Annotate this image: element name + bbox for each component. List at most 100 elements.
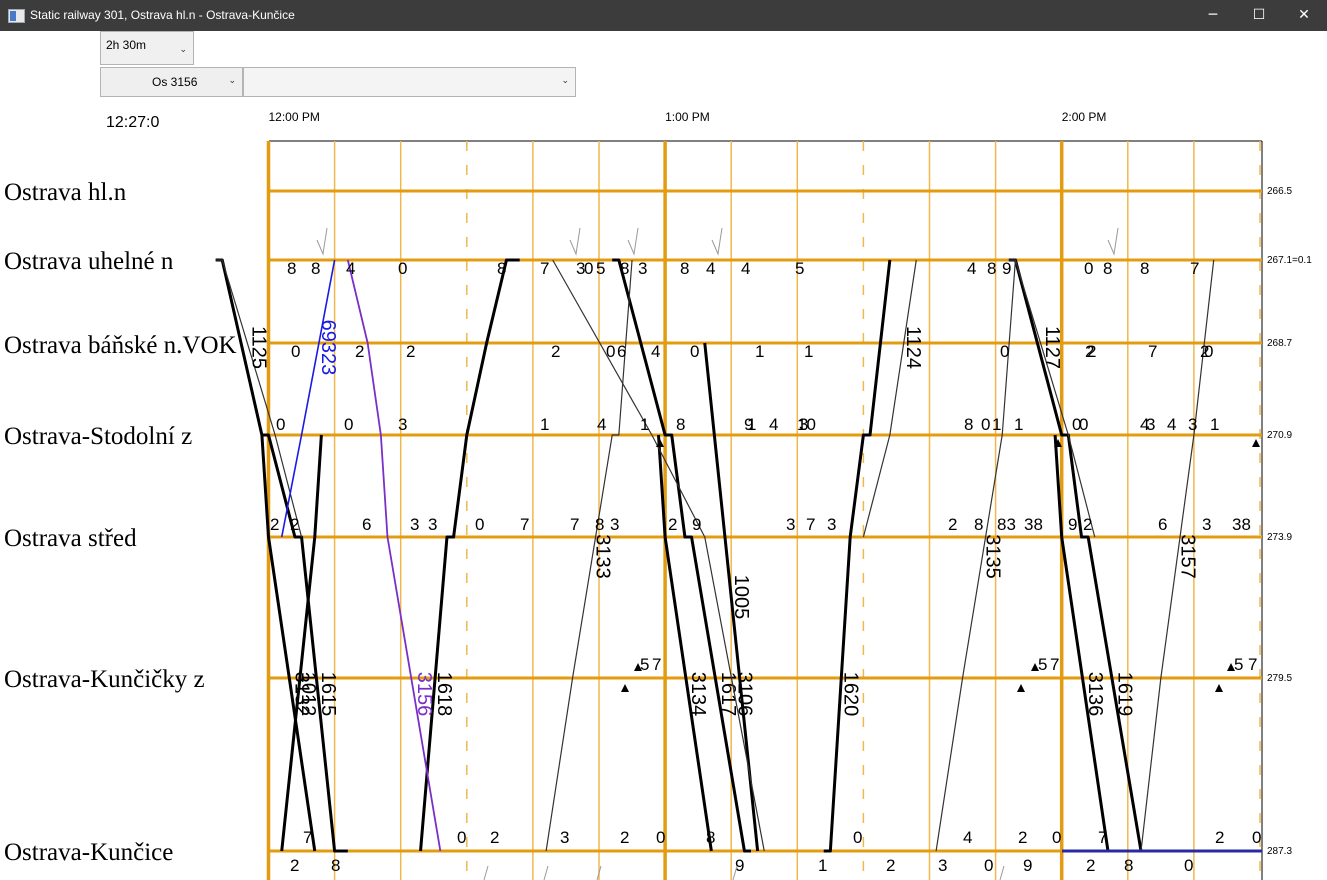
train-path-1620: [823, 259, 892, 853]
minute-mark: 3: [1202, 515, 1211, 534]
minute-mark: 8: [1103, 259, 1112, 278]
train-path-1618: [419, 258, 520, 852]
train-path-1124: [862, 259, 917, 538]
minute-mark: 3: [610, 515, 619, 534]
minute-mark: 4: [963, 828, 972, 847]
minute-mark: 9: [1068, 515, 1077, 534]
train-number-label: 3132: [291, 672, 313, 717]
minute-mark: 3: [1188, 415, 1197, 434]
minute-mark: 4: [597, 415, 606, 434]
station-km-label: 273.9: [1267, 532, 1292, 543]
minute-mark: 9: [692, 515, 701, 534]
train-number-label: 1618: [433, 672, 455, 717]
minute-mark: 7: [540, 259, 549, 278]
minute-mark: 5: [795, 259, 804, 278]
minute-mark: 3: [1146, 415, 1155, 434]
station-label: Ostrava uhelné n: [4, 248, 174, 275]
station-label: Ostrava střed: [4, 525, 137, 552]
minute-mark: 2: [355, 342, 364, 361]
minute-mark: 3: [938, 856, 947, 875]
minute-mark: 7: [1050, 655, 1059, 674]
minute-mark: 0: [584, 259, 593, 278]
minute-mark: 0: [984, 856, 993, 875]
minute-mark: 8: [497, 259, 506, 278]
minute-mark: 3: [428, 515, 437, 534]
minute-mark: 38: [1232, 515, 1251, 534]
minute-mark: 0: [853, 828, 862, 847]
minute-mark: 4: [651, 342, 660, 361]
minute-mark: 0: [457, 828, 466, 847]
minute-mark: 1: [1014, 415, 1023, 434]
minute-mark: 8: [974, 515, 983, 534]
train-path-1012: [280, 434, 323, 852]
station-km-label: 268.7: [1267, 338, 1292, 349]
minute-mark: 8: [706, 828, 715, 847]
station-km-label: 287.3: [1267, 846, 1292, 857]
train-number-label: 1125: [248, 326, 270, 369]
minute-mark: 2: [290, 856, 299, 875]
minute-mark: 0: [981, 415, 990, 434]
minute-mark: 0: [1079, 415, 1088, 434]
train-number-label: 3157: [1176, 534, 1198, 579]
arrow-icon: [316, 227, 328, 256]
station-km-label: 270.9: [1267, 430, 1292, 441]
minute-mark: 3: [638, 259, 647, 278]
arrow-icon: [569, 227, 581, 256]
station-km-label: 267.1=0.1: [1267, 255, 1312, 266]
minute-mark: 5: [640, 655, 649, 674]
minute-mark: 0: [398, 259, 407, 278]
minute-mark: 5: [596, 259, 605, 278]
minute-mark: 2: [1018, 828, 1027, 847]
minute-mark: 8: [1124, 856, 1133, 875]
minute-mark: 6: [362, 515, 371, 534]
minute-mark: 9: [1023, 856, 1032, 875]
arrow-icon: [627, 227, 639, 256]
stop-marker-icon: [1252, 439, 1260, 447]
minute-mark: 7: [520, 515, 529, 534]
minute-mark: 8: [331, 856, 340, 875]
minute-mark: 0: [344, 415, 353, 434]
minute-mark: 0: [690, 342, 699, 361]
minute-mark: 2: [668, 515, 677, 534]
minute-mark: 2: [406, 342, 415, 361]
minute-mark: 7: [570, 515, 579, 534]
minute-mark: 7: [806, 515, 815, 534]
minute-mark: 6: [617, 342, 626, 361]
arrow-icon: [483, 865, 489, 880]
minute-mark: 0: [1000, 342, 1009, 361]
train-number-label: 3156: [413, 672, 435, 717]
minute-mark: 0: [1084, 259, 1093, 278]
train-path-1617: [612, 258, 752, 853]
minute-mark: 83: [997, 515, 1016, 534]
minute-mark: 0: [606, 342, 615, 361]
minute-mark: 3: [786, 515, 795, 534]
minute-mark: 8: [1140, 259, 1149, 278]
minute-mark: 1: [804, 342, 813, 361]
station-label: Ostrava-Kunčice: [4, 839, 173, 866]
minute-mark: 9: [735, 856, 744, 875]
minute-mark: 2: [948, 515, 957, 534]
minute-mark: 3: [560, 828, 569, 847]
minute-mark: 8: [620, 259, 629, 278]
stop-marker-icon: [656, 439, 664, 447]
minute-mark: 1: [755, 342, 764, 361]
station-km-label: 279.5: [1267, 673, 1292, 684]
time-axis-label: 2:00 PM: [1062, 110, 1107, 124]
minute-mark: 2: [1083, 515, 1092, 534]
time-axis-label: 1:00 PM: [665, 110, 710, 124]
arrow-icon: [543, 865, 549, 880]
minute-mark: 8: [595, 515, 604, 534]
minute-mark: 3: [827, 515, 836, 534]
minute-mark: 7: [303, 828, 312, 847]
train-number-label: 1005: [730, 575, 752, 620]
minute-mark: 1: [1210, 415, 1219, 434]
minute-mark: 0: [1184, 856, 1193, 875]
train-number-label: 3106: [734, 672, 756, 717]
minute-mark: 2: [290, 515, 299, 534]
minute-mark: 2: [1085, 342, 1094, 361]
minute-mark: 8: [311, 259, 320, 278]
minute-mark: 1: [818, 856, 827, 875]
minute-mark: 3: [410, 515, 419, 534]
train-graph[interactable]: 12:00 PM 1:00 PM 2:00 PM Ostrava hl.n 266.5 O…: [0, 0, 1327, 880]
time-axis-label: 12:00 PM: [269, 110, 320, 124]
